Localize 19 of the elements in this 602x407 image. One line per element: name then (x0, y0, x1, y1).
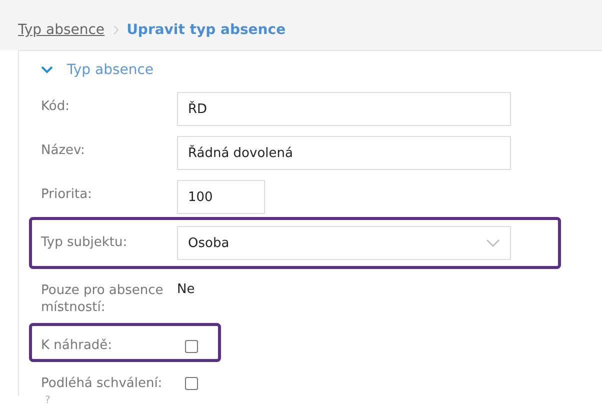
chevron-down-icon (486, 239, 500, 247)
select-field[interactable]: Osoba (177, 226, 511, 260)
input-field[interactable]: 100 (177, 180, 265, 214)
field-label: Kód: (41, 98, 70, 115)
chevron-right-icon (112, 25, 119, 35)
field-label: Pouze pro absence místností: (41, 282, 164, 316)
breadcrumb-link[interactable]: Typ absence (18, 22, 105, 38)
input-field[interactable]: Řádná dovolená (177, 136, 511, 170)
field-value: Ne (177, 281, 195, 297)
chevron-down-icon[interactable] (41, 66, 53, 74)
input-field[interactable]: ŘD (177, 92, 511, 126)
field-label: Podléhá schválení: (41, 375, 164, 392)
checkbox[interactable] (185, 340, 198, 353)
field-label: Název: (41, 142, 86, 159)
field-label: Priorita: (41, 186, 93, 203)
checkbox[interactable] (185, 377, 198, 390)
field-label: K náhradě: (41, 337, 114, 354)
breadcrumb-current: Upravit typ absence (126, 22, 286, 38)
field-label: Typ subjektu: (41, 234, 128, 251)
